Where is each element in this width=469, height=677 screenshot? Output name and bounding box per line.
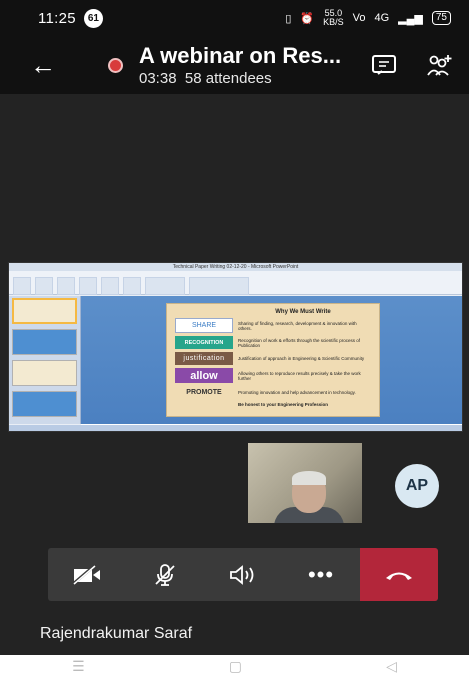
alarm-icon: ⏰	[300, 12, 315, 25]
slide-badge: SHARE	[175, 318, 233, 333]
more-options-button[interactable]: •••	[282, 548, 360, 601]
slide-text: Be honest to your Engineering Profession	[238, 402, 329, 407]
speaker-icon	[230, 564, 254, 585]
signal-icon: ▂▄▆	[398, 12, 423, 25]
slide-text: Justification of approach in Engineering…	[238, 356, 365, 361]
ppt-ribbon	[9, 271, 462, 295]
net-speed: 55.0 KB/S	[323, 8, 344, 27]
ppt-status-bar	[9, 425, 462, 431]
network-type: 4G	[374, 12, 390, 24]
meeting-info: A webinar on Res... 03:38 58 attendees	[139, 43, 341, 87]
camera-off-button[interactable]	[48, 548, 126, 601]
slide-text: Promoting innovation and help advancemen…	[238, 390, 356, 395]
recording-dot-icon	[108, 57, 123, 73]
slide-row: PROMOTE Promoting innovation and help ad…	[175, 386, 371, 399]
back-nav-icon[interactable]: ◁	[386, 658, 397, 675]
participant-avatar[interactable]: AP	[395, 464, 439, 508]
slide-thumbnail	[12, 391, 77, 417]
slide-badge: RECOGNITION	[175, 336, 233, 349]
slide-canvas: Why We Must Write SHARE Sharing of findi…	[81, 296, 462, 431]
call-controls: •••	[48, 548, 438, 601]
participant-video[interactable]	[248, 443, 362, 523]
slide-thumbnail	[12, 298, 77, 324]
home-icon[interactable]: ▢	[229, 658, 242, 675]
arrow-left-icon[interactable]: ←	[30, 52, 70, 78]
video-gallery-area	[0, 94, 469, 262]
slide-badge: allow	[175, 368, 233, 383]
volte-icon: Vo	[352, 12, 366, 24]
hang-up-button[interactable]	[360, 548, 438, 601]
meeting-meta: 03:38 58 attendees	[139, 70, 341, 87]
meeting-duration: 03:38	[139, 70, 177, 87]
attendee-count: 58 attendees	[184, 70, 272, 87]
status-icons: ▯ ⏰ 55.0 KB/S Vo 4G ▂▄▆ 75	[285, 9, 451, 27]
status-bar: 11:25 61 ▯ ⏰ 55.0 KB/S Vo 4G ▂▄▆ 75	[0, 0, 469, 36]
slide-text: Sharing of finding, research, developmen…	[238, 320, 357, 331]
camera-off-icon	[72, 564, 100, 585]
status-time: 11:25	[38, 9, 76, 27]
slide-title: Why We Must Write	[275, 309, 331, 315]
speaker-button[interactable]	[204, 548, 282, 601]
slide-badge: PROMOTE	[175, 386, 233, 399]
system-nav-bar: ☰ ▢ ◁	[0, 655, 469, 677]
add-people-icon[interactable]	[427, 54, 453, 76]
more-icon: •••	[307, 561, 335, 587]
slide-row: SHARE Sharing of finding, research, deve…	[175, 318, 371, 333]
slide-text: Recognition of work & efforts through th…	[238, 337, 360, 348]
slide-thumbnails	[9, 296, 81, 424]
ppt-window-title: Technical Paper Writing 02-12-20 - Micro…	[9, 263, 462, 271]
ppt-body: Why We Must Write SHARE Sharing of findi…	[9, 296, 462, 431]
notification-badge: 61	[83, 8, 103, 28]
mute-button[interactable]	[126, 548, 204, 601]
meeting-title: A webinar on Res...	[139, 43, 342, 68]
slide-row: allow Allowing others to reproduce resul…	[175, 368, 371, 383]
slide-badge: justification	[175, 352, 233, 365]
battery-icon: 75	[431, 11, 451, 25]
vibrate-icon: ▯	[285, 12, 292, 25]
meeting-screen: 11:25 61 ▯ ⏰ 55.0 KB/S Vo 4G ▂▄▆ 75 ← A w…	[0, 0, 469, 677]
active-speaker-name: Rajendrakumar Saraf	[40, 625, 193, 642]
slide-thumbnail	[12, 329, 77, 355]
mic-off-icon	[155, 563, 175, 586]
recents-icon[interactable]: ☰	[72, 658, 85, 675]
slide-row: RECOGNITION Recognition of work & effort…	[175, 336, 371, 349]
slide-row: justification Justification of approach …	[175, 352, 371, 365]
chat-icon[interactable]	[371, 54, 397, 76]
current-slide: Why We Must Write SHARE Sharing of findi…	[166, 303, 380, 417]
slide-text: Allowing others to reproduce results pre…	[238, 370, 361, 381]
shared-screen[interactable]: Technical Paper Writing 02-12-20 - Micro…	[8, 262, 463, 432]
meeting-header: ← A webinar on Res... 03:38 58 attendees	[0, 36, 469, 94]
slide-row: Be honest to your Engineering Profession	[175, 402, 371, 407]
slide-thumbnail	[12, 360, 77, 386]
hang-up-icon	[386, 572, 412, 580]
